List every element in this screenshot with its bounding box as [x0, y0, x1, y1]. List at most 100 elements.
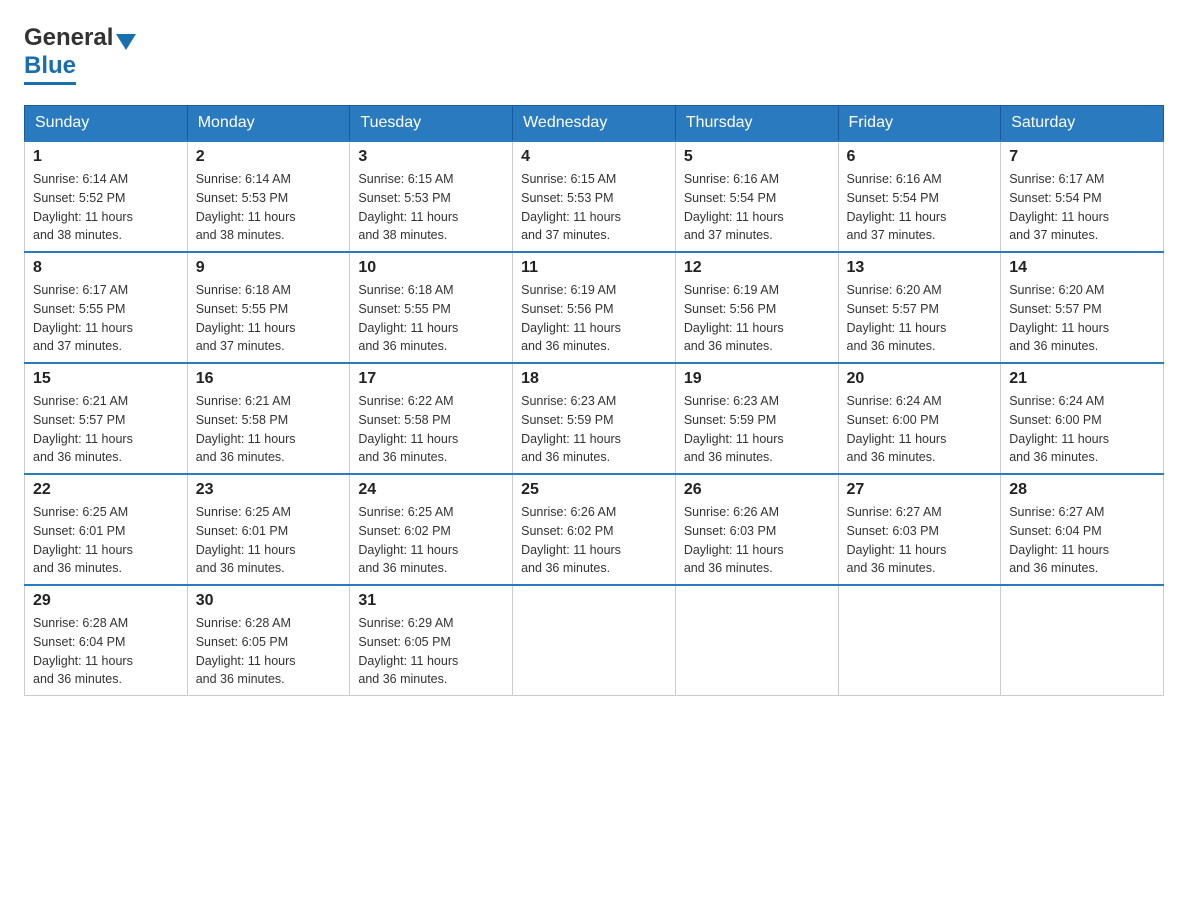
- logo-underline: [24, 82, 76, 85]
- calendar-cell: 10 Sunrise: 6:18 AMSunset: 5:55 PMDayligh…: [350, 252, 513, 363]
- week-row-3: 15 Sunrise: 6:21 AMSunset: 5:57 PMDayligh…: [25, 363, 1164, 474]
- week-row-4: 22Sunrise: 6:25 AMSunset: 6:01 PMDayligh…: [25, 474, 1164, 585]
- calendar-cell: 30 Sunrise: 6:28 AMSunset: 6:05 PMDayligh…: [187, 585, 350, 696]
- calendar-cell: 31 Sunrise: 6:29 AMSunset: 6:05 PMDayligh…: [350, 585, 513, 696]
- calendar-cell: 3 Sunrise: 6:15 AMSunset: 5:53 PMDaylight…: [350, 141, 513, 252]
- day-number: 13: [847, 259, 993, 277]
- day-number: 29: [33, 592, 179, 610]
- day-info: Sunrise: 6:19 AMSunset: 5:56 PMDaylight:…: [684, 281, 830, 356]
- logo-row: General: [24, 24, 139, 52]
- weekday-header-row: SundayMondayTuesdayWednesdayThursdayFrid…: [25, 106, 1164, 142]
- calendar-cell: 4Sunrise: 6:15 AMSunset: 5:53 PMDaylight…: [513, 141, 676, 252]
- calendar-cell: 26 Sunrise: 6:26 AMSunset: 6:03 PMDayligh…: [675, 474, 838, 585]
- day-info: Sunrise: 6:22 AMSunset: 5:58 PMDaylight:…: [358, 392, 504, 467]
- week-row-1: 1 Sunrise: 6:14 AMSunset: 5:52 PMDaylight…: [25, 141, 1164, 252]
- week-row-2: 8Sunrise: 6:17 AMSunset: 5:55 PMDaylight…: [25, 252, 1164, 363]
- day-info: Sunrise: 6:25 AMSunset: 6:01 PMDaylight:…: [33, 503, 179, 578]
- day-number: 15: [33, 370, 179, 388]
- calendar-cell: [675, 585, 838, 696]
- day-info: Sunrise: 6:26 AMSunset: 6:03 PMDaylight:…: [684, 503, 830, 578]
- day-info: Sunrise: 6:24 AMSunset: 6:00 PMDaylight:…: [1009, 392, 1155, 467]
- day-info: Sunrise: 6:17 AMSunset: 5:54 PMDaylight:…: [1009, 170, 1155, 245]
- day-number: 7: [1009, 148, 1155, 166]
- day-info: Sunrise: 6:14 AMSunset: 5:52 PMDaylight:…: [33, 170, 179, 245]
- calendar-cell: 13Sunrise: 6:20 AMSunset: 5:57 PMDayligh…: [838, 252, 1001, 363]
- day-number: 3: [358, 148, 504, 166]
- calendar-cell: 22Sunrise: 6:25 AMSunset: 6:01 PMDayligh…: [25, 474, 188, 585]
- page-header: General Blue: [24, 24, 1164, 85]
- day-number: 18: [521, 370, 667, 388]
- day-number: 26: [684, 481, 830, 499]
- calendar-cell: [838, 585, 1001, 696]
- day-number: 14: [1009, 259, 1155, 277]
- calendar-cell: 18 Sunrise: 6:23 AMSunset: 5:59 PMDayligh…: [513, 363, 676, 474]
- calendar-cell: [513, 585, 676, 696]
- day-info: Sunrise: 6:28 AMSunset: 6:04 PMDaylight:…: [33, 614, 179, 689]
- day-number: 23: [196, 481, 342, 499]
- day-number: 19: [684, 370, 830, 388]
- day-number: 6: [847, 148, 993, 166]
- logo-general-part: General: [24, 24, 113, 52]
- day-number: 20: [847, 370, 993, 388]
- day-info: Sunrise: 6:14 AMSunset: 5:53 PMDaylight:…: [196, 170, 342, 245]
- day-info: Sunrise: 6:18 AMSunset: 5:55 PMDaylight:…: [358, 281, 504, 356]
- calendar-cell: 24Sunrise: 6:25 AMSunset: 6:02 PMDayligh…: [350, 474, 513, 585]
- day-number: 21: [1009, 370, 1155, 388]
- calendar-cell: 2 Sunrise: 6:14 AMSunset: 5:53 PMDaylight…: [187, 141, 350, 252]
- logo-chevron-icon: [116, 34, 136, 50]
- day-info: Sunrise: 6:27 AMSunset: 6:03 PMDaylight:…: [847, 503, 993, 578]
- day-number: 16: [196, 370, 342, 388]
- day-number: 1: [33, 148, 179, 166]
- day-info: Sunrise: 6:20 AMSunset: 5:57 PMDaylight:…: [1009, 281, 1155, 356]
- weekday-header-friday: Friday: [838, 106, 1001, 142]
- calendar-cell: 7 Sunrise: 6:17 AMSunset: 5:54 PMDaylight…: [1001, 141, 1164, 252]
- day-info: Sunrise: 6:28 AMSunset: 6:05 PMDaylight:…: [196, 614, 342, 689]
- calendar-cell: 11 Sunrise: 6:19 AMSunset: 5:56 PMDayligh…: [513, 252, 676, 363]
- calendar-cell: 6Sunrise: 6:16 AMSunset: 5:54 PMDaylight…: [838, 141, 1001, 252]
- calendar-cell: 1 Sunrise: 6:14 AMSunset: 5:52 PMDaylight…: [25, 141, 188, 252]
- calendar-cell: 27 Sunrise: 6:27 AMSunset: 6:03 PMDayligh…: [838, 474, 1001, 585]
- day-info: Sunrise: 6:16 AMSunset: 5:54 PMDaylight:…: [684, 170, 830, 245]
- day-info: Sunrise: 6:23 AMSunset: 5:59 PMDaylight:…: [521, 392, 667, 467]
- calendar-cell: 28Sunrise: 6:27 AMSunset: 6:04 PMDayligh…: [1001, 474, 1164, 585]
- calendar-cell: 8Sunrise: 6:17 AMSunset: 5:55 PMDaylight…: [25, 252, 188, 363]
- day-info: Sunrise: 6:26 AMSunset: 6:02 PMDaylight:…: [521, 503, 667, 578]
- weekday-header-wednesday: Wednesday: [513, 106, 676, 142]
- calendar-cell: 12 Sunrise: 6:19 AMSunset: 5:56 PMDayligh…: [675, 252, 838, 363]
- calendar-cell: 23 Sunrise: 6:25 AMSunset: 6:01 PMDayligh…: [187, 474, 350, 585]
- calendar-cell: [1001, 585, 1164, 696]
- day-info: Sunrise: 6:21 AMSunset: 5:58 PMDaylight:…: [196, 392, 342, 467]
- day-number: 11: [521, 259, 667, 277]
- day-number: 28: [1009, 481, 1155, 499]
- day-number: 9: [196, 259, 342, 277]
- weekday-header-thursday: Thursday: [675, 106, 838, 142]
- calendar-cell: 21 Sunrise: 6:24 AMSunset: 6:00 PMDayligh…: [1001, 363, 1164, 474]
- day-info: Sunrise: 6:29 AMSunset: 6:05 PMDaylight:…: [358, 614, 504, 689]
- day-number: 12: [684, 259, 830, 277]
- day-number: 25: [521, 481, 667, 499]
- calendar-cell: 29 Sunrise: 6:28 AMSunset: 6:04 PMDayligh…: [25, 585, 188, 696]
- calendar-cell: 14 Sunrise: 6:20 AMSunset: 5:57 PMDayligh…: [1001, 252, 1164, 363]
- day-info: Sunrise: 6:17 AMSunset: 5:55 PMDaylight:…: [33, 281, 179, 356]
- day-info: Sunrise: 6:19 AMSunset: 5:56 PMDaylight:…: [521, 281, 667, 356]
- day-number: 30: [196, 592, 342, 610]
- day-info: Sunrise: 6:23 AMSunset: 5:59 PMDaylight:…: [684, 392, 830, 467]
- day-info: Sunrise: 6:24 AMSunset: 6:00 PMDaylight:…: [847, 392, 993, 467]
- calendar-cell: 5Sunrise: 6:16 AMSunset: 5:54 PMDaylight…: [675, 141, 838, 252]
- day-number: 31: [358, 592, 504, 610]
- logo: General Blue: [24, 24, 139, 85]
- calendar-cell: 9Sunrise: 6:18 AMSunset: 5:55 PMDaylight…: [187, 252, 350, 363]
- day-info: Sunrise: 6:25 AMSunset: 6:01 PMDaylight:…: [196, 503, 342, 578]
- calendar-cell: 19 Sunrise: 6:23 AMSunset: 5:59 PMDayligh…: [675, 363, 838, 474]
- calendar-cell: 17Sunrise: 6:22 AMSunset: 5:58 PMDayligh…: [350, 363, 513, 474]
- day-number: 10: [358, 259, 504, 277]
- calendar-cell: 16 Sunrise: 6:21 AMSunset: 5:58 PMDayligh…: [187, 363, 350, 474]
- day-info: Sunrise: 6:21 AMSunset: 5:57 PMDaylight:…: [33, 392, 179, 467]
- day-number: 2: [196, 148, 342, 166]
- day-number: 27: [847, 481, 993, 499]
- calendar-cell: 20 Sunrise: 6:24 AMSunset: 6:00 PMDayligh…: [838, 363, 1001, 474]
- calendar-table: SundayMondayTuesdayWednesdayThursdayFrid…: [24, 105, 1164, 696]
- day-number: 24: [358, 481, 504, 499]
- logo-blue-label: Blue: [24, 52, 76, 79]
- day-info: Sunrise: 6:15 AMSunset: 5:53 PMDaylight:…: [358, 170, 504, 245]
